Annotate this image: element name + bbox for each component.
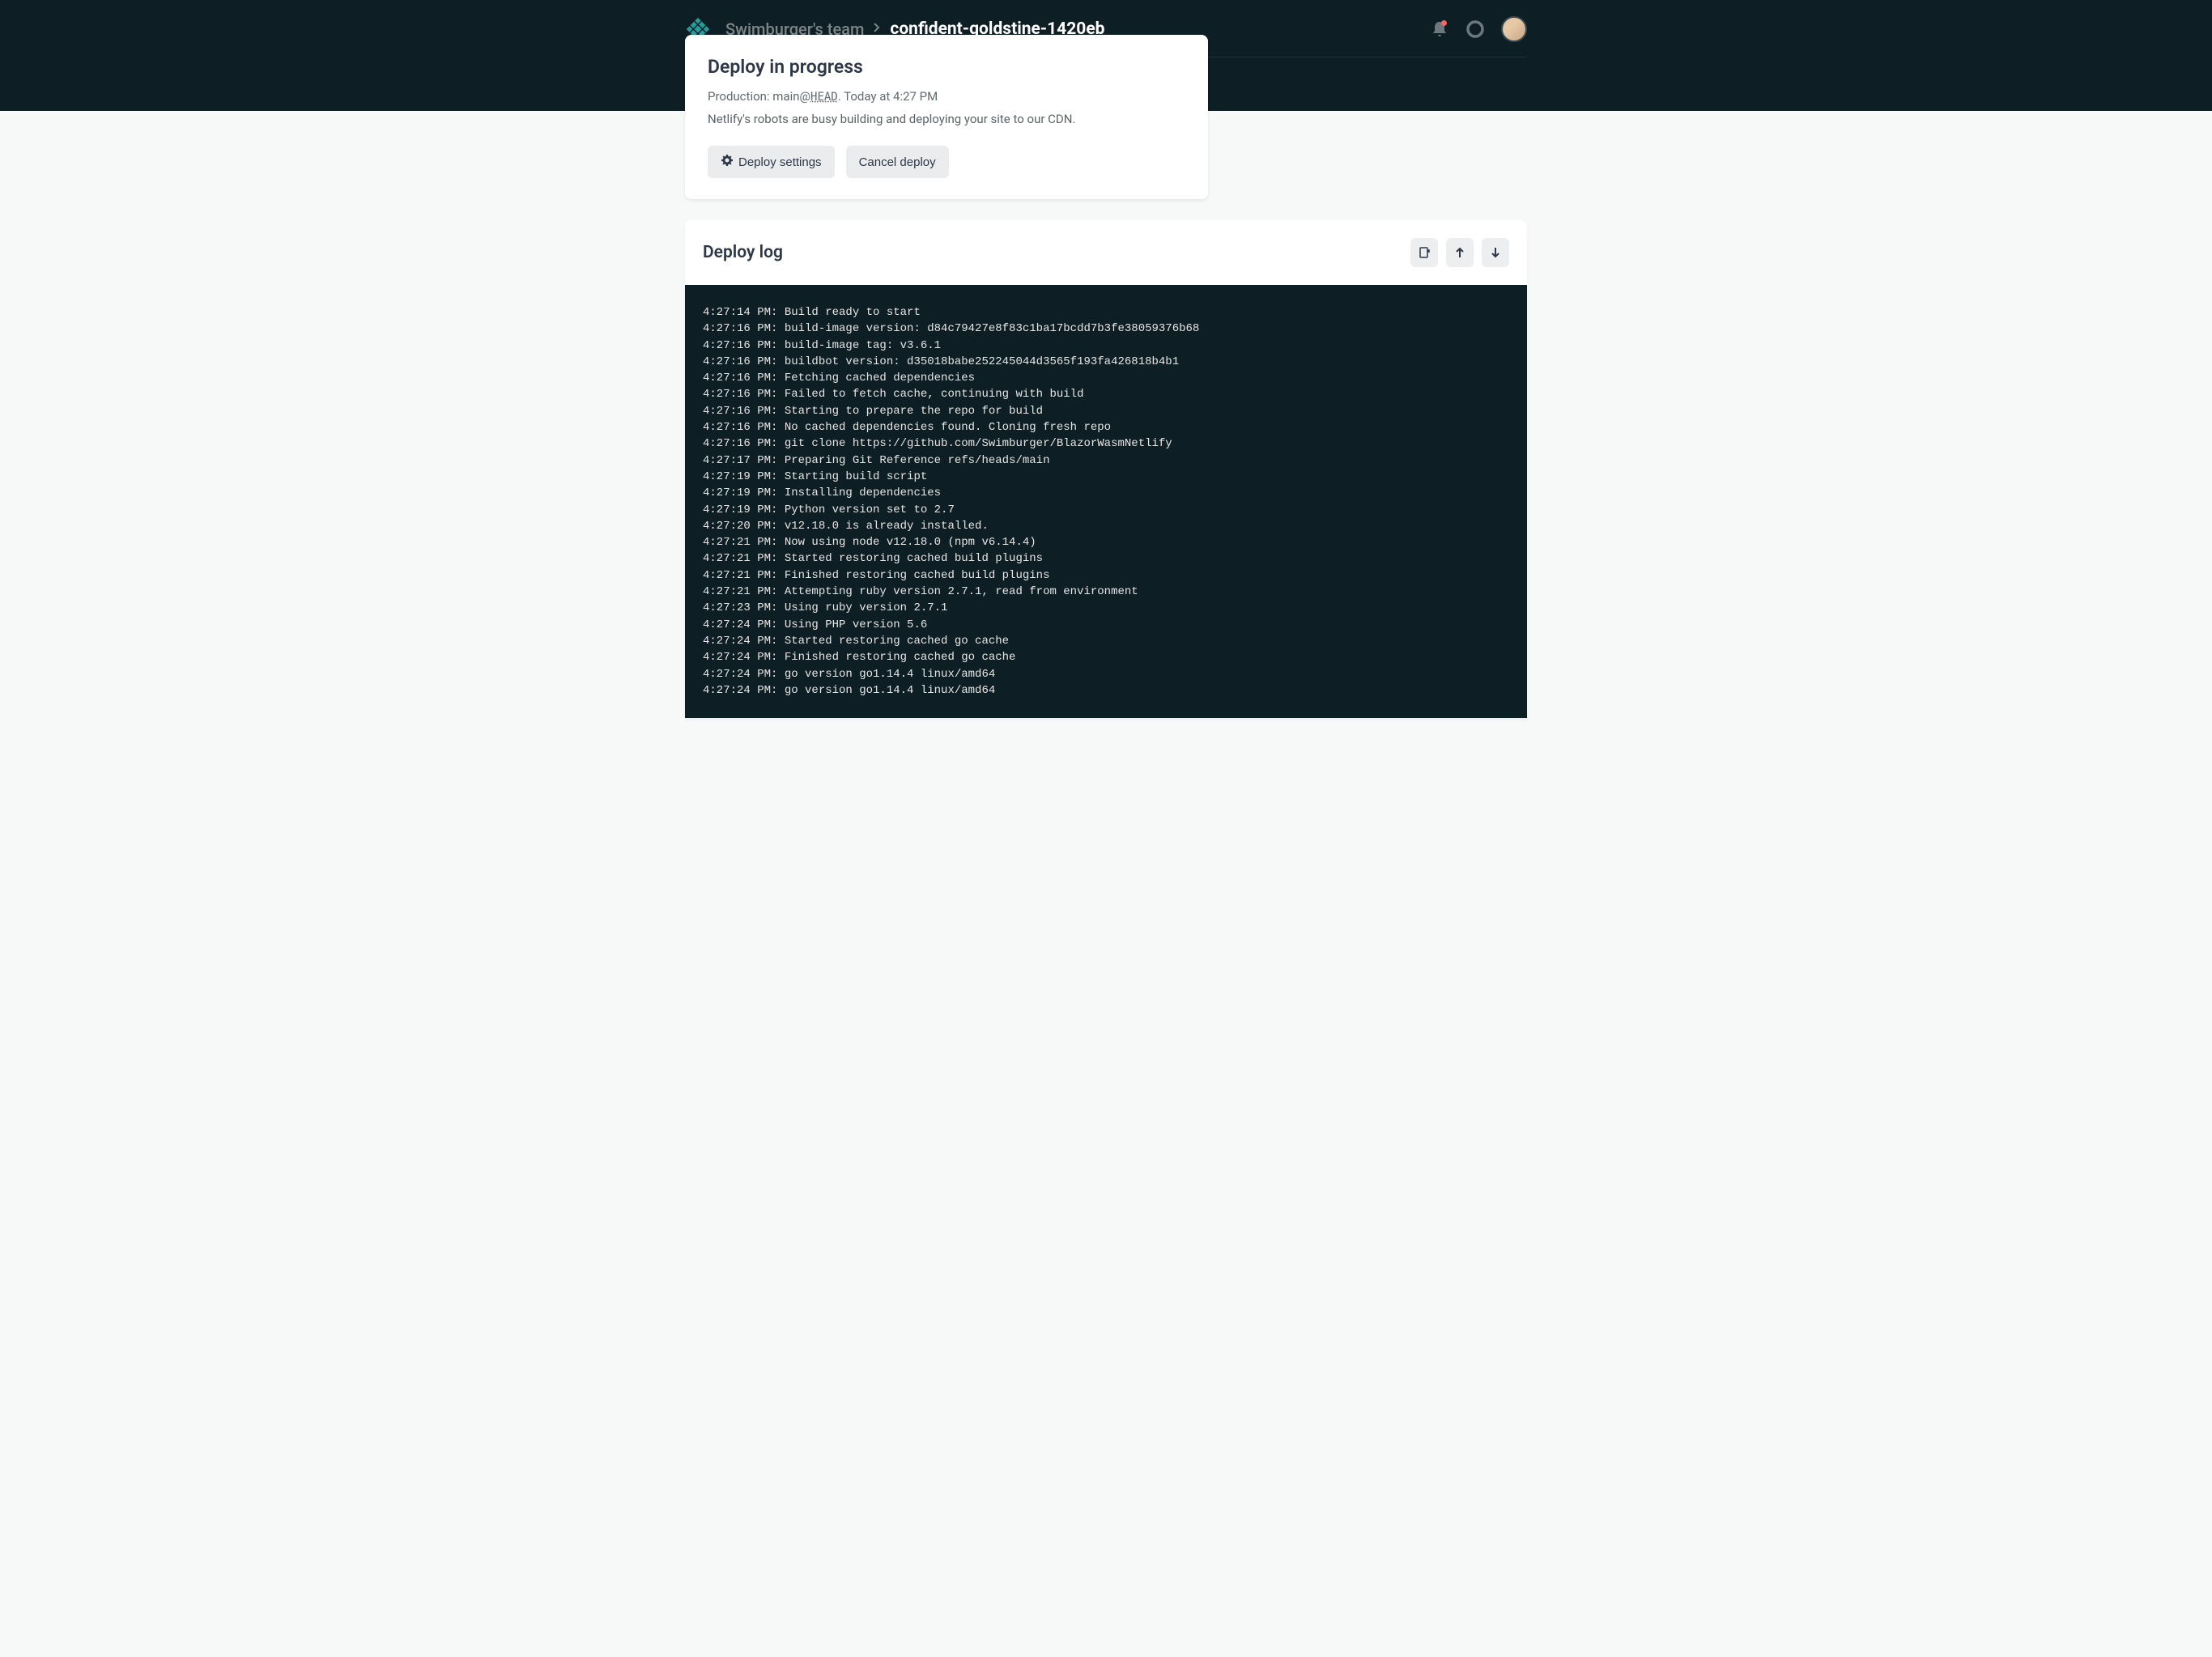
log-line: 4:27:16 PM: Fetching cached dependencies xyxy=(703,370,1509,386)
scroll-bottom-button[interactable] xyxy=(1482,238,1509,267)
log-line: 4:27:19 PM: Starting build script xyxy=(703,469,1509,485)
log-line: 4:27:20 PM: v12.18.0 is already installe… xyxy=(703,518,1509,534)
log-line: 4:27:21 PM: Now using node v12.18.0 (npm… xyxy=(703,534,1509,550)
log-line: 4:27:19 PM: Python version set to 2.7 xyxy=(703,502,1509,518)
deploy-meta: Production: main@HEAD. Today at 4:27 PM xyxy=(708,89,1185,104)
scroll-top-button[interactable] xyxy=(1446,238,1474,267)
deploy-progress-card: Deploy in progress Production: main@HEAD… xyxy=(685,35,1208,199)
copy-log-button[interactable] xyxy=(1410,238,1438,267)
log-line: 4:27:21 PM: Attempting ruby version 2.7.… xyxy=(703,584,1509,600)
log-line: 4:27:16 PM: git clone https://github.com… xyxy=(703,435,1509,452)
log-line: 4:27:19 PM: Installing dependencies xyxy=(703,485,1509,501)
deploy-settings-button[interactable]: Deploy settings xyxy=(708,146,835,178)
log-line: 4:27:24 PM: Using PHP version 5.6 xyxy=(703,617,1509,633)
log-line: 4:27:21 PM: Finished restoring cached bu… xyxy=(703,567,1509,584)
log-line: 4:27:24 PM: go version go1.14.4 linux/am… xyxy=(703,682,1509,699)
log-line: 4:27:17 PM: Preparing Git Reference refs… xyxy=(703,452,1509,469)
git-ref[interactable]: HEAD xyxy=(810,91,838,104)
cancel-deploy-button[interactable]: Cancel deploy xyxy=(846,146,949,178)
deploy-description: Netlify's robots are busy building and d… xyxy=(708,112,1185,126)
log-line: 4:27:23 PM: Using ruby version 2.7.1 xyxy=(703,600,1509,616)
log-line: 4:27:16 PM: No cached dependencies found… xyxy=(703,419,1509,435)
chevron-right-icon xyxy=(874,23,880,36)
log-line: 4:27:16 PM: Starting to prepare the repo… xyxy=(703,403,1509,419)
deploy-time: Today at 4:27 PM xyxy=(844,89,938,104)
notification-dot xyxy=(1441,20,1447,26)
log-line: 4:27:14 PM: Build ready to start xyxy=(703,304,1509,321)
log-line: 4:27:16 PM: buildbot version: d35018babe… xyxy=(703,354,1509,370)
gear-icon xyxy=(721,154,734,170)
arrow-up-icon xyxy=(1455,247,1465,258)
log-line: 4:27:16 PM: build-image version: d84c794… xyxy=(703,321,1509,337)
arrow-down-icon xyxy=(1491,247,1500,258)
clipboard-icon xyxy=(1418,246,1431,259)
log-line: 4:27:16 PM: build-image tag: v3.6.1 xyxy=(703,338,1509,354)
log-body[interactable]: 4:27:14 PM: Build ready to start4:27:16 … xyxy=(685,285,1527,718)
deploy-status-title: Deploy in progress xyxy=(708,56,1185,78)
log-line: 4:27:21 PM: Started restoring cached bui… xyxy=(703,550,1509,567)
log-line: 4:27:24 PM: Finished restoring cached go… xyxy=(703,649,1509,665)
log-line: 4:27:24 PM: Started restoring cached go … xyxy=(703,633,1509,649)
log-line: 4:27:16 PM: Failed to fetch cache, conti… xyxy=(703,386,1509,402)
deploy-log-card: Deploy log xyxy=(685,220,1527,718)
log-line: 4:27:24 PM: go version go1.14.4 linux/am… xyxy=(703,666,1509,682)
deploy-log-title: Deploy log xyxy=(703,243,783,262)
